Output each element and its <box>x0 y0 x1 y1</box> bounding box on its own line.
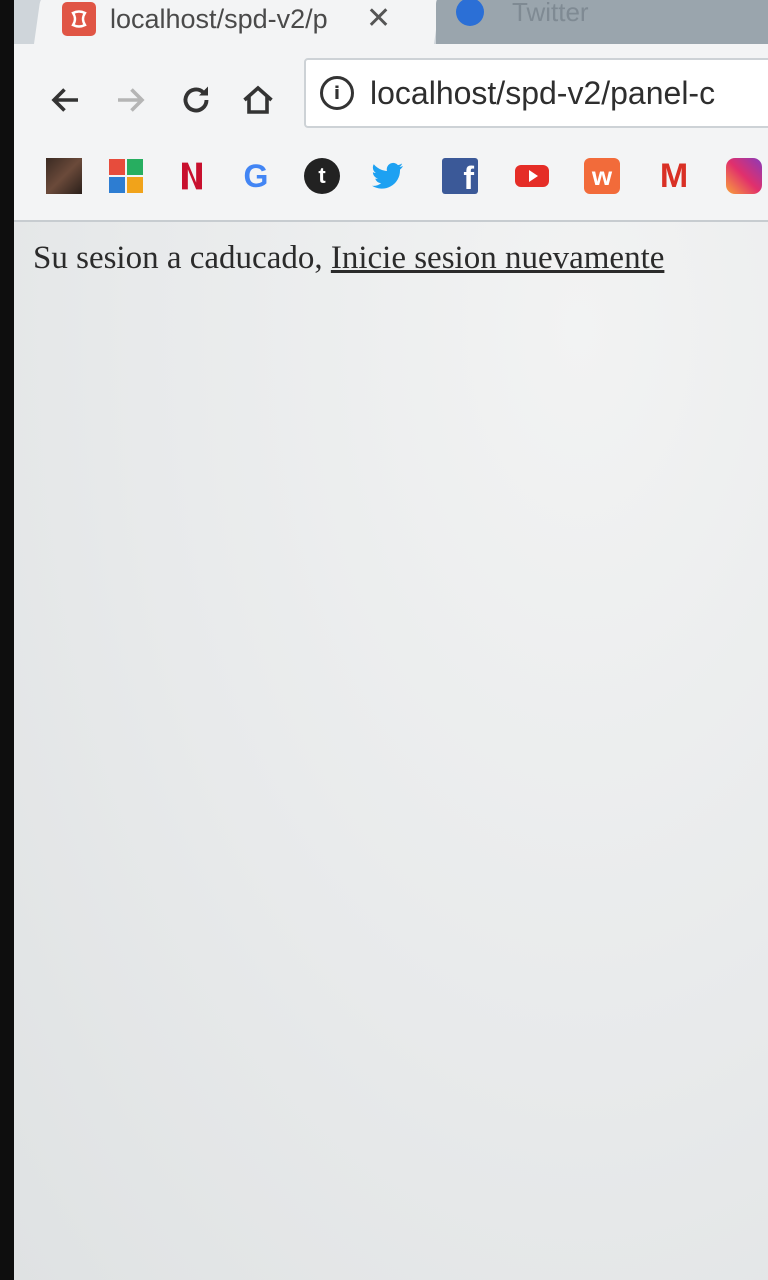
url-text: localhost/spd-v2/panel-c <box>370 74 716 111</box>
tab-localhost[interactable]: localhost/spd-v2/p ✕ <box>40 0 420 44</box>
session-expired-message: Su sesion a caducado, Inicie sesion nuev… <box>33 240 664 277</box>
browser-window: localhost/spd-v2/p ✕ Twitter i localhost… <box>14 0 768 1280</box>
address-bar[interactable]: i localhost/spd-v2/panel-c <box>304 58 768 128</box>
reload-button[interactable] <box>174 78 218 122</box>
bookmark-gmail-icon[interactable]: M <box>656 157 692 195</box>
page-content: Su sesion a caducado, Inicie sesion nuev… <box>14 222 768 1280</box>
bookmark-photo-icon[interactable] <box>46 158 82 194</box>
bookmark-facebook-icon[interactable]: f <box>442 158 478 194</box>
forward-button[interactable] <box>108 78 152 122</box>
bookmark-twitter-icon[interactable] <box>370 158 406 194</box>
tab-close-icon[interactable]: ✕ <box>366 4 391 34</box>
bookmark-google-icon[interactable]: G <box>238 158 274 194</box>
arrow-left-icon <box>51 88 78 112</box>
back-button[interactable] <box>44 78 88 122</box>
tab-strip: localhost/spd-v2/p ✕ Twitter <box>14 0 768 44</box>
tab-twitter[interactable]: Twitter <box>446 0 589 32</box>
bookmark-wattpad-icon[interactable]: w <box>584 158 620 194</box>
twitter-favicon-icon <box>456 0 484 26</box>
tab-title-twitter: Twitter <box>512 0 589 27</box>
arrow-right-icon <box>118 88 145 112</box>
bookmark-youtube-icon[interactable] <box>514 158 550 194</box>
xampp-favicon-icon <box>62 2 96 36</box>
bookmark-tumblr-icon[interactable]: t <box>304 158 340 194</box>
home-button[interactable] <box>236 78 280 122</box>
reload-icon <box>183 86 209 113</box>
home-icon <box>243 85 273 114</box>
bookmark-instagram-icon[interactable] <box>726 158 762 194</box>
bookmark-netflix-icon[interactable] <box>174 158 210 194</box>
login-again-link[interactable]: Inicie sesion nuevamente <box>331 240 665 276</box>
bookmark-microsoft-icon[interactable] <box>108 158 144 194</box>
info-icon[interactable]: i <box>320 76 354 110</box>
tab-title: localhost/spd-v2/p <box>110 3 328 34</box>
bookmarks-bar: G t f w M <box>14 132 768 222</box>
message-text: Su sesion a caducado, <box>33 240 331 276</box>
